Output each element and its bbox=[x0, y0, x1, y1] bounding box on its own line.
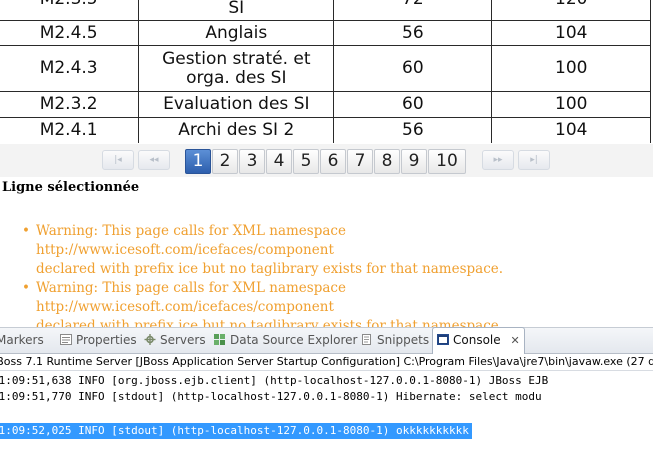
data-source-icon bbox=[214, 334, 225, 345]
tab-servers[interactable]: Servers bbox=[144, 328, 206, 353]
bullet-icon: • bbox=[22, 223, 30, 239]
data-source-explorer-label: Data Source Explorer bbox=[230, 333, 358, 347]
properties-label: Properties bbox=[76, 333, 137, 347]
page-9-button[interactable]: 9 bbox=[401, 149, 427, 174]
module-title-line: Gestion straté. et bbox=[162, 48, 311, 69]
paginator: |◂ ◂◂ 1 2 3 4 5 6 7 8 9 10 ▸▸ ▸| bbox=[0, 144, 653, 177]
warning-list: • Warning: This page calls for XML names… bbox=[22, 222, 642, 336]
snippets-label: Snippets bbox=[377, 333, 430, 347]
console-output[interactable]: 01:09:51,638 INFO [org.jboss.ejb.client]… bbox=[0, 371, 653, 461]
warning-line: Warning: This page calls for XML namespa… bbox=[36, 280, 346, 315]
console-label: Console bbox=[453, 333, 501, 347]
console-process-header: JBoss 7.1 Runtime Server [JBoss Applicat… bbox=[0, 353, 653, 371]
last-page-button[interactable]: ▸| bbox=[518, 150, 550, 170]
module-code-cell: M2.4.5 bbox=[0, 20, 140, 46]
hours-cell: 72 bbox=[333, 0, 493, 21]
snippets-icon bbox=[362, 334, 371, 345]
tab-console[interactable]: Console ✕ bbox=[432, 327, 525, 354]
page-3-button[interactable]: 3 bbox=[239, 149, 265, 174]
tab-properties[interactable]: Properties bbox=[60, 328, 137, 353]
console-line: 01:09:51,770 INFO [stdout] (http-localho… bbox=[0, 390, 542, 403]
tab-snippets[interactable]: Snippets bbox=[361, 328, 429, 353]
module-code-cell: M2.4.3 bbox=[0, 45, 140, 92]
console-process-label: JBoss 7.1 Runtime Server [JBoss Applicat… bbox=[0, 355, 653, 368]
module-code-cell: M2.3.2 bbox=[0, 91, 140, 118]
module-title-cell: Anglais bbox=[138, 20, 335, 46]
warning-item: • Warning: This page calls for XML names… bbox=[22, 222, 642, 279]
modules-table: M2.3.5 SI 72 120 M2.4.5 Anglais 56 104 M… bbox=[0, 0, 653, 143]
total-cell: 104 bbox=[491, 20, 651, 46]
table-row[interactable]: M2.4.1 Archi des SI 2 56 104 bbox=[0, 117, 651, 143]
tab-data-source-explorer[interactable]: Data Source Explorer bbox=[214, 328, 357, 353]
total-cell: 120 bbox=[491, 0, 651, 21]
console-line-selected: 01:09:52,025 INFO [stdout] (http-localho… bbox=[0, 423, 472, 439]
markers-label: Markers bbox=[0, 333, 44, 347]
page-5-button[interactable]: 5 bbox=[293, 149, 319, 174]
servers-icon bbox=[144, 334, 156, 345]
hours-cell: 60 bbox=[333, 91, 493, 118]
page-1-button[interactable]: 1 bbox=[185, 149, 211, 174]
page-6-button[interactable]: 6 bbox=[320, 149, 346, 174]
module-title-cell: Archi des SI 2 bbox=[138, 117, 335, 143]
page-7-button[interactable]: 7 bbox=[347, 149, 373, 174]
tab-markers[interactable]: Markers bbox=[0, 328, 44, 353]
warning-line: Warning: This page calls for XML namespa… bbox=[36, 223, 346, 258]
first-page-button[interactable]: |◂ bbox=[102, 150, 134, 170]
module-title-line: orga. des SI bbox=[186, 67, 287, 88]
close-icon[interactable]: ✕ bbox=[510, 334, 519, 347]
module-code-cell: M2.3.5 bbox=[0, 0, 140, 21]
page-4-button[interactable]: 4 bbox=[266, 149, 292, 174]
next-page-button[interactable]: ▸▸ bbox=[482, 150, 514, 170]
page-10-button[interactable]: 10 bbox=[428, 149, 466, 174]
total-cell: 100 bbox=[491, 45, 651, 92]
table-row[interactable]: M2.3.2 Evaluation des SI 60 100 bbox=[0, 91, 651, 118]
table-row[interactable]: M2.4.5 Anglais 56 104 bbox=[0, 20, 651, 46]
console-line: 01:09:51,638 INFO [org.jboss.ejb.client]… bbox=[0, 374, 549, 387]
total-cell: 100 bbox=[491, 91, 651, 118]
properties-icon bbox=[60, 334, 72, 345]
servers-label: Servers bbox=[160, 333, 206, 347]
previous-page-button[interactable]: ◂◂ bbox=[138, 150, 170, 170]
module-title-cell: Evaluation des SI bbox=[138, 91, 335, 118]
bullet-icon: • bbox=[22, 280, 30, 296]
module-title-cell: SI bbox=[138, 0, 335, 21]
module-title-line: SI bbox=[228, 0, 245, 18]
hours-cell: 56 bbox=[333, 117, 493, 143]
module-title-cell: Gestion straté. et orga. des SI bbox=[138, 45, 335, 92]
total-cell: 104 bbox=[491, 117, 651, 143]
table-row[interactable]: M2.3.5 SI 72 120 bbox=[0, 0, 651, 21]
modules-table-body: M2.3.5 SI 72 120 M2.4.5 Anglais 56 104 M… bbox=[0, 0, 651, 143]
table-row[interactable]: M2.4.3 Gestion straté. et orga. des SI 6… bbox=[0, 45, 651, 92]
selected-row-title: Ligne sélectionnée bbox=[2, 180, 140, 195]
console-icon bbox=[437, 334, 449, 345]
page-2-button[interactable]: 2 bbox=[212, 149, 238, 174]
warning-line: declared with prefix ice but no taglibra… bbox=[36, 261, 504, 277]
module-code-cell: M2.4.1 bbox=[0, 117, 140, 143]
hours-cell: 60 bbox=[333, 45, 493, 92]
page-8-button[interactable]: 8 bbox=[374, 149, 400, 174]
hours-cell: 56 bbox=[333, 20, 493, 46]
view-tab-bar: Markers Properties Servers Data Source E… bbox=[0, 327, 653, 354]
